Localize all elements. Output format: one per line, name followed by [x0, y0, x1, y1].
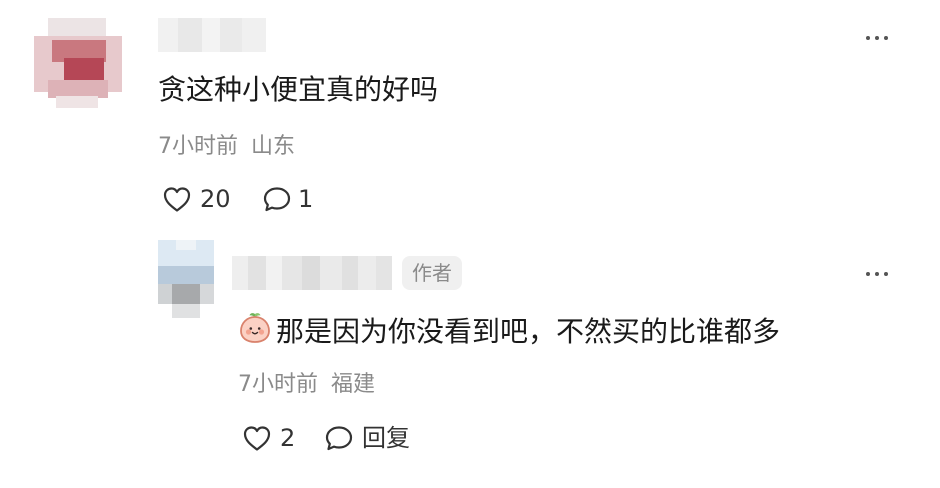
peach-face-emoji — [238, 311, 272, 353]
reply-location: 福建 — [331, 372, 376, 397]
heart-outline-icon — [162, 185, 192, 213]
reply-text-row: 那是因为你没看到吧，不然买的比谁都多 — [238, 311, 780, 353]
comment: 贪这种小便宜真的好吗 7小时前 山东 20 1 — [0, 0, 940, 230]
username[interactable] — [158, 18, 266, 52]
reply-button[interactable]: 回复 — [324, 423, 410, 453]
comment-meta: 7小时前 山东 — [158, 133, 295, 161]
like-count: 2 — [280, 424, 296, 452]
username[interactable] — [232, 256, 392, 290]
comment-text: 贪这种小便宜真的好吗 — [158, 73, 439, 106]
chat-bubble-icon — [262, 185, 292, 213]
like-count: 20 — [200, 185, 231, 213]
comment-thread: 贪这种小便宜真的好吗 7小时前 山东 20 1 作者 那是因为你没看到吧，不然买… — [0, 0, 940, 488]
reply-count-button[interactable]: 1 — [262, 184, 313, 214]
more-dots-icon[interactable] — [866, 272, 888, 276]
reply-comment: 作者 那是因为你没看到吧，不然买的比谁都多 7小时前 福建 2 回复 — [0, 230, 940, 488]
like-button[interactable]: 2 — [242, 423, 295, 453]
reply-label: 回复 — [362, 424, 410, 452]
avatar[interactable] — [34, 18, 122, 108]
comment-location: 山东 — [251, 134, 296, 159]
comment-time: 7小时前 — [158, 134, 238, 159]
reply-text: 那是因为你没看到吧，不然买的比谁都多 — [276, 315, 781, 348]
more-dots-icon[interactable] — [866, 36, 888, 40]
avatar[interactable] — [158, 240, 214, 318]
chat-bubble-icon — [324, 424, 354, 452]
author-badge: 作者 — [402, 256, 462, 290]
reply-meta: 7小时前 福建 — [238, 371, 375, 399]
like-button[interactable]: 20 — [162, 184, 231, 214]
reply-count: 1 — [298, 185, 314, 213]
heart-outline-icon — [242, 424, 272, 452]
reply-time: 7小时前 — [238, 372, 318, 397]
